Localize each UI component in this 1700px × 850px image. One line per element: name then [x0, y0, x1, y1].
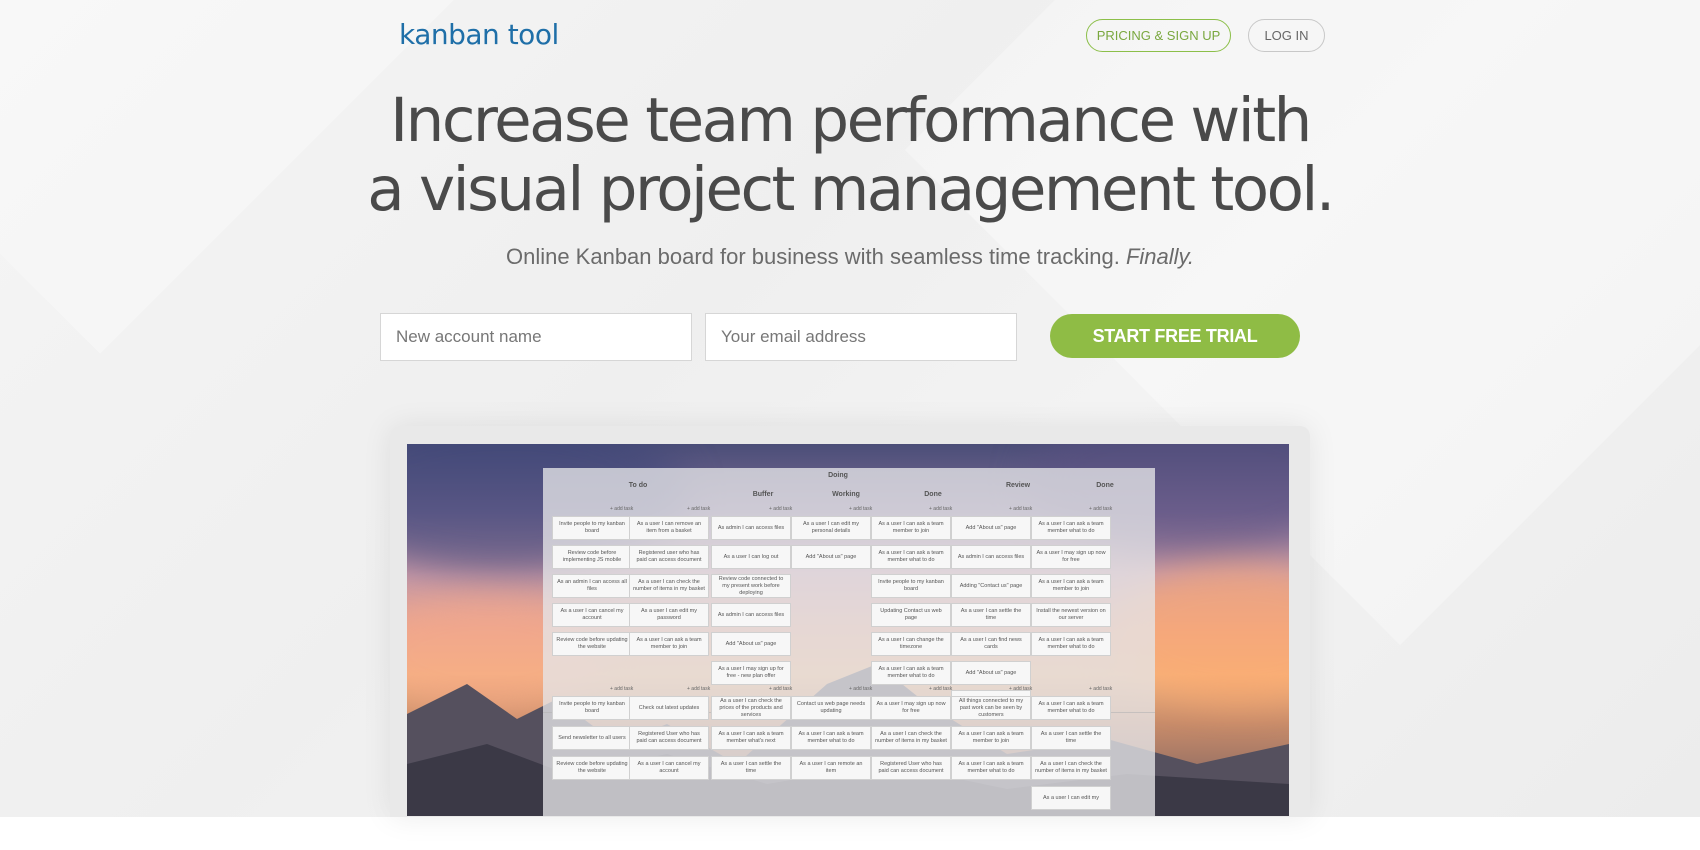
- add-task-link[interactable]: + add task: [687, 686, 710, 692]
- add-task-link[interactable]: + add task: [769, 506, 792, 512]
- task-card[interactable]: As a user I can remove an item from a ba…: [629, 516, 709, 540]
- task-card[interactable]: As a user I can settle the time: [951, 603, 1031, 627]
- task-card[interactable]: As a user I can settle the time: [1031, 726, 1111, 750]
- task-card[interactable]: As a user I can edit my personal details: [791, 516, 871, 540]
- task-card[interactable]: As a user I can check the number of item…: [871, 726, 951, 750]
- column-header-buffer: Buffer: [752, 491, 774, 498]
- column-header-done: Done: [924, 491, 942, 498]
- board-preview-image: To do Doing Buffer Working Done Review D…: [407, 444, 1289, 816]
- task-card[interactable]: As a user I can ask a team member what t…: [871, 545, 951, 569]
- task-card[interactable]: All things connected to my past work can…: [951, 696, 1031, 720]
- task-card[interactable]: As a user I can cancel my account: [629, 756, 709, 780]
- task-card[interactable]: As a user I can ask a team member to joi…: [1031, 574, 1111, 598]
- email-input[interactable]: [705, 313, 1017, 361]
- task-card[interactable]: Review code before implementing JS mobil…: [552, 545, 632, 569]
- headline-line-2: a visual project management tool.: [367, 154, 1335, 225]
- headline-line-1: Increase team performance with: [390, 85, 1312, 156]
- task-card[interactable]: Invite people to my kanban board: [552, 696, 632, 720]
- task-card[interactable]: Review code connected to my present work…: [711, 574, 791, 598]
- task-card[interactable]: As a user I can ask a team member to joi…: [629, 632, 709, 656]
- add-task-link[interactable]: + add task: [1009, 506, 1032, 512]
- task-card[interactable]: As an admin I can access all files: [552, 574, 632, 598]
- kanban-board: To do Doing Buffer Working Done Review D…: [543, 468, 1155, 816]
- task-card[interactable]: As a user I can edit my: [1031, 786, 1111, 810]
- start-free-trial-button[interactable]: START FREE TRIAL: [1050, 314, 1300, 358]
- add-task-link[interactable]: + add task: [849, 686, 872, 692]
- task-card[interactable]: As a user I may sign up for free - new p…: [711, 661, 791, 685]
- task-card[interactable]: As a user I can change the timezone: [871, 632, 951, 656]
- task-card[interactable]: Add "About us" page: [951, 516, 1031, 540]
- add-task-link[interactable]: + add task: [929, 686, 952, 692]
- task-card[interactable]: As a user I can ask a team member what t…: [951, 756, 1031, 780]
- column-header-done: Done: [1096, 482, 1114, 489]
- subline-text: Online Kanban board for business with se…: [505, 244, 1120, 269]
- task-card[interactable]: As a user I can check the prices of the …: [711, 696, 791, 720]
- task-card[interactable]: As a user I can check the number of item…: [1031, 756, 1111, 780]
- task-card[interactable]: Adding "Contact us" page: [951, 574, 1031, 598]
- task-card[interactable]: As a user I can ask a team member what t…: [1031, 632, 1111, 656]
- add-task-link[interactable]: + add task: [610, 506, 633, 512]
- task-card[interactable]: Send newsletter to all users: [552, 726, 632, 750]
- column-header-working: Working: [832, 491, 860, 498]
- column-header-doing: Doing: [828, 472, 848, 479]
- task-card[interactable]: As a user I can ask a team member what t…: [1031, 516, 1111, 540]
- subline-emphasis: Finally.: [1125, 244, 1195, 269]
- task-card[interactable]: As a user I may sign up now for free: [871, 696, 951, 720]
- task-card[interactable]: As a user I can log out: [711, 545, 791, 569]
- add-task-link[interactable]: + add task: [687, 506, 710, 512]
- task-card[interactable]: Registered User who has paid can access …: [871, 756, 951, 780]
- task-card[interactable]: Add "About us" page: [711, 632, 791, 656]
- login-button[interactable]: LOG IN: [1248, 19, 1325, 52]
- task-card[interactable]: As a user I can ask a team member to joi…: [871, 516, 951, 540]
- task-card[interactable]: As admin I can access files: [711, 603, 791, 627]
- hero-headline: Increase team performance with a visual …: [0, 86, 1700, 224]
- task-card[interactable]: As a user I can ask a team member what's…: [711, 726, 791, 750]
- task-card[interactable]: As a user I can ask a team member to joi…: [951, 726, 1031, 750]
- add-task-link[interactable]: + add task: [1089, 686, 1112, 692]
- task-card[interactable]: Registered user who has paid can access …: [629, 545, 709, 569]
- account-name-input[interactable]: [380, 313, 692, 361]
- hero-subline: Online Kanban board for business with se…: [0, 244, 1700, 270]
- task-card[interactable]: As a user I can ask a team member what t…: [1031, 696, 1111, 720]
- task-card[interactable]: As a user I can cancel my account: [552, 603, 632, 627]
- add-task-link[interactable]: + add task: [1009, 686, 1032, 692]
- task-card[interactable]: As a user I can settle the time: [711, 756, 791, 780]
- task-card[interactable]: As a user I can ask a team member what t…: [791, 726, 871, 750]
- task-card[interactable]: As admin I can access files: [951, 545, 1031, 569]
- task-card[interactable]: Review code before updating the website: [552, 756, 632, 780]
- task-card[interactable]: Registered User who has paid can access …: [629, 726, 709, 750]
- page-bottom-strip: [0, 817, 1700, 850]
- add-task-link[interactable]: + add task: [849, 506, 872, 512]
- task-card[interactable]: Install the newest version on our server: [1031, 603, 1111, 627]
- pricing-signup-button[interactable]: PRICING & SIGN UP: [1086, 19, 1231, 52]
- task-card[interactable]: As a user I can find news cards: [951, 632, 1031, 656]
- add-task-link[interactable]: + add task: [1089, 506, 1112, 512]
- add-task-link[interactable]: + add task: [769, 686, 792, 692]
- task-card[interactable]: As a user I can ask a team member what t…: [871, 661, 951, 685]
- task-card[interactable]: Invite people to my kanban board: [871, 574, 951, 598]
- task-card[interactable]: As a user I may sign up now for free: [1031, 545, 1111, 569]
- task-card[interactable]: Add "About us" page: [791, 545, 871, 569]
- kanban-tool-logo[interactable]: kanban tool: [399, 18, 559, 51]
- task-card[interactable]: As admin I can access files: [711, 516, 791, 540]
- task-card[interactable]: Contact us web page needs updating: [791, 696, 871, 720]
- task-card[interactable]: Check out latest updates: [629, 696, 709, 720]
- task-card[interactable]: Updating Contact us web page: [871, 603, 951, 627]
- task-card[interactable]: As a user I can edit my password: [629, 603, 709, 627]
- add-task-link[interactable]: + add task: [929, 506, 952, 512]
- task-card[interactable]: Invite people to my kanban board: [552, 516, 632, 540]
- task-card[interactable]: As a user I can remote an item: [791, 756, 871, 780]
- column-header-todo: To do: [628, 482, 648, 489]
- task-card[interactable]: Review code before updating the website: [552, 632, 632, 656]
- task-card[interactable]: Add "About us" page: [951, 661, 1031, 685]
- add-task-link[interactable]: + add task: [610, 686, 633, 692]
- task-card[interactable]: As a user I can check the number of item…: [629, 574, 709, 598]
- column-header-review: Review: [1005, 482, 1031, 489]
